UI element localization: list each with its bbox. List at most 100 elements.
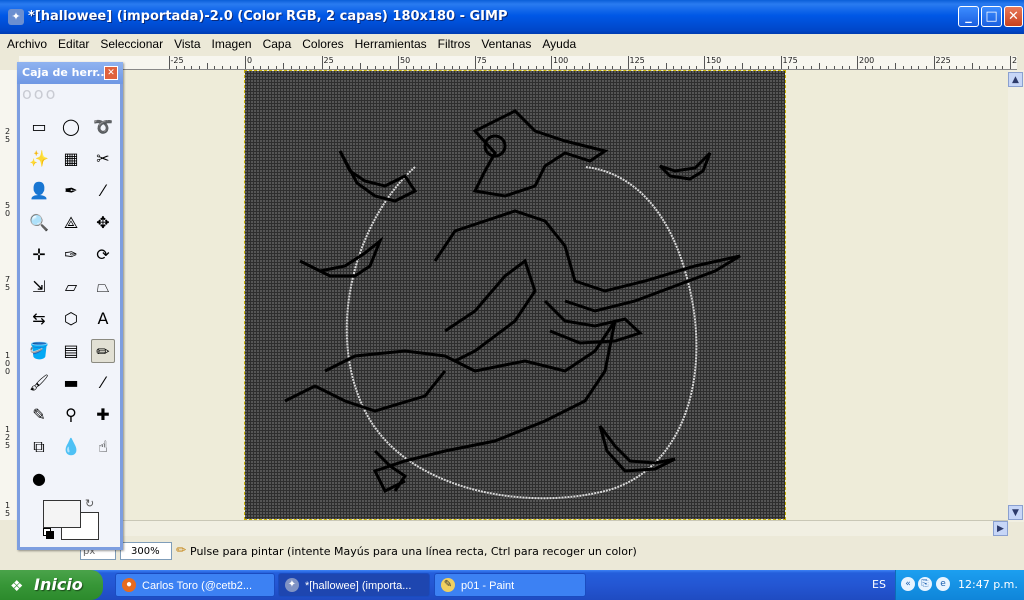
ruler-minor-tick <box>742 63 744 69</box>
menu-filtros[interactable]: Filtros <box>434 34 475 51</box>
scissors-icon[interactable]: ✂ <box>91 147 115 171</box>
horizontal-scrollbar[interactable]: ▶ <box>20 520 1008 536</box>
perspective-clone-icon[interactable]: ⧉ <box>27 435 51 459</box>
network-icon[interactable]: ⎘ <box>918 577 932 591</box>
ruler-minor-tick <box>726 66 728 69</box>
ruler-minor-tick <box>765 66 767 69</box>
color-picker-icon[interactable]: ⁄ <box>91 179 115 203</box>
ruler-major-tick <box>245 56 246 69</box>
image-canvas[interactable] <box>244 70 786 520</box>
ruler-minor-tick <box>405 66 407 69</box>
pixel-art-drawing <box>245 71 785 519</box>
start-button[interactable]: ❖ Inicio <box>0 570 103 600</box>
swap-colors-icon[interactable]: ↻ <box>85 497 94 510</box>
horizontal-ruler[interactable]: -25 0 25 50 75 100 125 150 175 200 225 250 <box>19 56 1017 70</box>
menu-archivo[interactable]: Archivo <box>3 34 51 51</box>
ruler-minor-tick <box>635 66 637 69</box>
ruler-minor-tick <box>382 66 384 69</box>
task-gimp[interactable]: ✦ *[hallowee] (importa... <box>278 573 430 597</box>
scroll-right-icon[interactable]: ▶ <box>993 521 1008 536</box>
close-button[interactable]: ✕ <box>1004 6 1023 27</box>
menu-herramientas[interactable]: Herramientas <box>351 34 431 51</box>
ruler-minor-tick <box>298 66 300 69</box>
crop-icon[interactable]: ✑ <box>59 243 83 267</box>
clone-icon[interactable]: ⚲ <box>59 403 83 427</box>
align-icon[interactable]: ✛ <box>27 243 51 267</box>
rotate-icon[interactable]: ⟳ <box>91 243 115 267</box>
menu-capa[interactable]: Capa <box>259 34 296 51</box>
task-paint[interactable]: ✎ p01 - Paint <box>434 573 586 597</box>
toolbox-close-icon[interactable]: ✕ <box>104 66 118 80</box>
scroll-down-icon[interactable]: ▼ <box>1008 505 1023 520</box>
dodge-burn-icon[interactable]: ● <box>27 467 51 491</box>
flip-icon[interactable]: ⇆ <box>27 307 51 331</box>
rect-select-icon[interactable]: ▭ <box>27 115 51 139</box>
ruler-minor-tick <box>948 66 950 69</box>
paint-icon: ✎ <box>441 578 455 592</box>
vertical-ruler-label: 5 0 <box>5 201 11 218</box>
fuzzy-select-icon[interactable]: ✨ <box>27 147 51 171</box>
ruler-minor-tick <box>887 66 889 69</box>
scale-icon[interactable]: ⇲ <box>27 275 51 299</box>
menu-imagen[interactable]: Imagen <box>208 34 256 51</box>
foreground-select-icon[interactable]: 👤 <box>27 179 51 203</box>
vertical-scrollbar[interactable]: ▲ ▼ <box>1008 70 1024 522</box>
tray-arrow-icon[interactable]: « <box>901 577 915 591</box>
language-indicator[interactable]: ES <box>872 578 886 591</box>
ruler-label: 150 <box>706 56 722 65</box>
pencil-status-icon: ✏ <box>176 543 187 557</box>
foreground-color-swatch[interactable] <box>43 500 81 528</box>
blur-icon[interactable]: 💧 <box>59 435 83 459</box>
ellipse-select-icon[interactable]: ◯ <box>59 115 83 139</box>
ruler-minor-tick <box>811 66 813 69</box>
ruler-minor-tick <box>895 63 897 69</box>
smudge-icon[interactable]: ☝ <box>91 435 115 459</box>
menu-ventanas[interactable]: Ventanas <box>477 34 535 51</box>
menu-seleccionar[interactable]: Seleccionar <box>96 34 167 51</box>
menu-vista[interactable]: Vista <box>170 34 204 51</box>
menu-editar[interactable]: Editar <box>54 34 93 51</box>
ruler-minor-tick <box>681 66 683 69</box>
ruler-minor-tick <box>573 66 575 69</box>
menu-bar: Archivo Editar Seleccionar Vista Imagen Capa C… <box>0 34 1024 54</box>
zoom-icon[interactable]: 🔍 <box>27 211 51 235</box>
task-firefox[interactable]: ● Carlos Toro (@cetb2... <box>115 573 275 597</box>
lasso-icon[interactable]: ➰ <box>91 115 115 139</box>
toolbox-title-bar[interactable]: Caja de herr... ✕ <box>17 62 123 84</box>
scroll-up-icon[interactable]: ▲ <box>1008 72 1023 87</box>
ruler-minor-tick <box>313 66 315 69</box>
blend-icon[interactable]: ▤ <box>59 339 83 363</box>
title-bar: ✦ *[hallowee] (importada)-2.0 (Color RGB… <box>0 0 1024 34</box>
ruler-minor-tick <box>512 63 514 69</box>
color-select-icon[interactable]: ▦ <box>59 147 83 171</box>
bucket-fill-icon[interactable]: 🪣 <box>27 339 51 363</box>
ie-icon[interactable]: e <box>936 577 950 591</box>
perspective-icon[interactable]: ⏢ <box>91 275 115 299</box>
ruler-label: 225 <box>935 56 951 65</box>
airbrush-icon[interactable]: ⁄ <box>91 371 115 395</box>
shear-icon[interactable]: ▱ <box>59 275 83 299</box>
ruler-minor-tick <box>665 63 667 69</box>
move-icon[interactable]: ✥ <box>91 211 115 235</box>
heal-icon[interactable]: ✚ <box>91 403 115 427</box>
zoom-select[interactable]: 300% <box>120 542 172 560</box>
text-icon[interactable]: A <box>91 307 115 331</box>
paths-icon[interactable]: ✒ <box>59 179 83 203</box>
ruler-minor-tick <box>260 66 262 69</box>
ruler-minor-tick <box>267 66 269 69</box>
menu-colores[interactable]: Colores <box>298 34 347 51</box>
ruler-minor-tick <box>528 66 530 69</box>
menu-ayuda[interactable]: Ayuda <box>538 34 580 51</box>
cage-icon[interactable]: ⬡ <box>59 307 83 331</box>
ruler-minor-tick <box>650 66 652 69</box>
maximize-button[interactable]: □ <box>981 6 1002 27</box>
measure-icon[interactable]: ⟁ <box>59 211 83 235</box>
ink-icon[interactable]: ✎ <box>27 403 51 427</box>
eraser-icon[interactable]: ▬ <box>59 371 83 395</box>
gimp-app-icon[interactable]: ✦ <box>8 9 24 25</box>
reset-colors-icon[interactable] <box>43 528 54 539</box>
minimize-button[interactable]: _ <box>958 6 979 27</box>
paintbrush-icon[interactable]: 🖌 <box>27 371 51 395</box>
pencil-icon[interactable]: ✏ <box>91 339 115 363</box>
ruler-label: 200 <box>859 56 875 65</box>
